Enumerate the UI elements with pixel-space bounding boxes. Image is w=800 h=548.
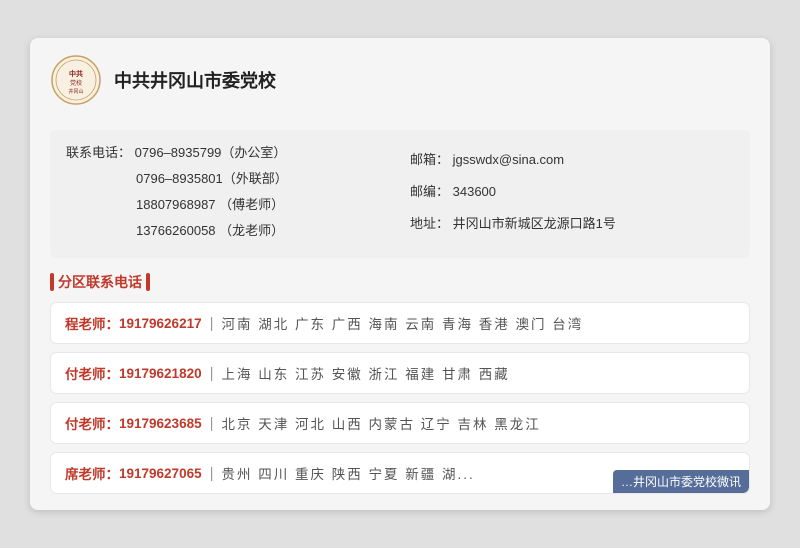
- region-item-2: 付老师： 19179623685 | 北京 天津 河北 山西 内蒙古 辽宁 吉林…: [50, 402, 750, 444]
- postcode-row: 邮编： 343600: [410, 181, 734, 203]
- phone-2: 19179623685: [119, 416, 202, 431]
- region-item-1: 付老师： 19179621820 | 上海 山东 江苏 安徽 浙江 福建 甘肃 …: [50, 352, 750, 394]
- right-divider-bar: [146, 273, 150, 291]
- svg-text:中共: 中共: [69, 69, 83, 78]
- contact-right: 邮箱： jgsswdx@sina.com 邮编： 343600 地址： 井冈山市…: [410, 142, 734, 246]
- teacher-2: 付老师：: [65, 413, 119, 433]
- address-value: 井冈山市新城区龙源口路1号: [453, 216, 616, 231]
- teacher-0: 程老师：: [65, 313, 119, 333]
- separator-0: |: [210, 315, 214, 332]
- org-name: 中共井冈山市委党校: [114, 67, 276, 93]
- region-item-3: 席老师： 19179627065 | 贵州 四川 重庆 陕西 宁夏 新疆 湖..…: [50, 452, 750, 494]
- separator-3: |: [210, 465, 214, 482]
- email-row: 邮箱： jgsswdx@sina.com: [410, 149, 734, 171]
- teacher-1: 付老师：: [65, 363, 119, 383]
- phone-1: 19179621820: [119, 366, 202, 381]
- postcode-value: 343600: [453, 184, 496, 199]
- main-card: 中共 党校 井冈山 中共井冈山市委党校 联系电话： 0796–8935799（办…: [30, 38, 770, 510]
- email-label: 邮箱：: [410, 152, 449, 167]
- address-label: 地址：: [410, 216, 449, 231]
- last-row-container: 席老师： 19179627065 | 贵州 四川 重庆 陕西 宁夏 新疆 湖..…: [50, 452, 750, 494]
- section-divider: 分区联系电话: [50, 272, 750, 292]
- separator-2: |: [210, 415, 214, 432]
- phone-value-4: 13766260058 （龙老师）: [136, 223, 284, 238]
- svg-text:党校: 党校: [70, 79, 82, 87]
- teacher-3: 席老师：: [65, 463, 119, 483]
- areas-0: 河南 湖北 广东 广西 海南 云南 青海 香港 澳门 台湾: [222, 313, 584, 333]
- address-row: 地址： 井冈山市新城区龙源口路1号: [410, 213, 734, 235]
- phone-value-1: 0796–8935799（办公室）: [135, 145, 287, 160]
- separator-1: |: [210, 365, 214, 382]
- phone-row-1: 联系电话： 0796–8935799（办公室）: [66, 142, 390, 164]
- org-logo: 中共 党校 井冈山: [50, 54, 102, 106]
- phone-value-2: 0796–8935801（外联部）: [136, 171, 288, 186]
- areas-2: 北京 天津 河北 山西 内蒙古 辽宁 吉林 黑龙江: [222, 413, 541, 433]
- section-title: 分区联系电话: [58, 272, 142, 292]
- phone-row-4: 13766260058 （龙老师）: [66, 220, 390, 242]
- email-value: jgsswdx@sina.com: [453, 152, 564, 167]
- areas-1: 上海 山东 江苏 安徽 浙江 福建 甘肃 西藏: [222, 363, 510, 383]
- phone-0: 19179626217: [119, 316, 202, 331]
- areas-3: 贵州 四川 重庆 陕西 宁夏 新疆 湖...: [222, 463, 475, 483]
- phone-label: 联系电话：: [66, 145, 131, 160]
- phone-row-3: 18807968987 （傅老师）: [66, 194, 390, 216]
- svg-text:井冈山: 井冈山: [68, 88, 83, 95]
- region-item-0: 程老师： 19179626217 | 河南 湖北 广东 广西 海南 云南 青海 …: [50, 302, 750, 344]
- contact-info-box: 联系电话： 0796–8935799（办公室） 0796–8935801（外联部…: [50, 130, 750, 258]
- watermark-badge: …井冈山市委党校微讯: [613, 470, 749, 493]
- phone-3: 19179627065: [119, 466, 202, 481]
- contact-left: 联系电话： 0796–8935799（办公室） 0796–8935801（外联部…: [66, 142, 390, 246]
- phone-row-2: 0796–8935801（外联部）: [66, 168, 390, 190]
- header-section: 中共 党校 井冈山 中共井冈山市委党校: [50, 54, 750, 116]
- left-divider-bar: [50, 273, 54, 291]
- phone-value-3: 18807968987 （傅老师）: [136, 197, 284, 212]
- regions-list: 程老师： 19179626217 | 河南 湖北 广东 广西 海南 云南 青海 …: [50, 302, 750, 494]
- postcode-label: 邮编：: [410, 184, 449, 199]
